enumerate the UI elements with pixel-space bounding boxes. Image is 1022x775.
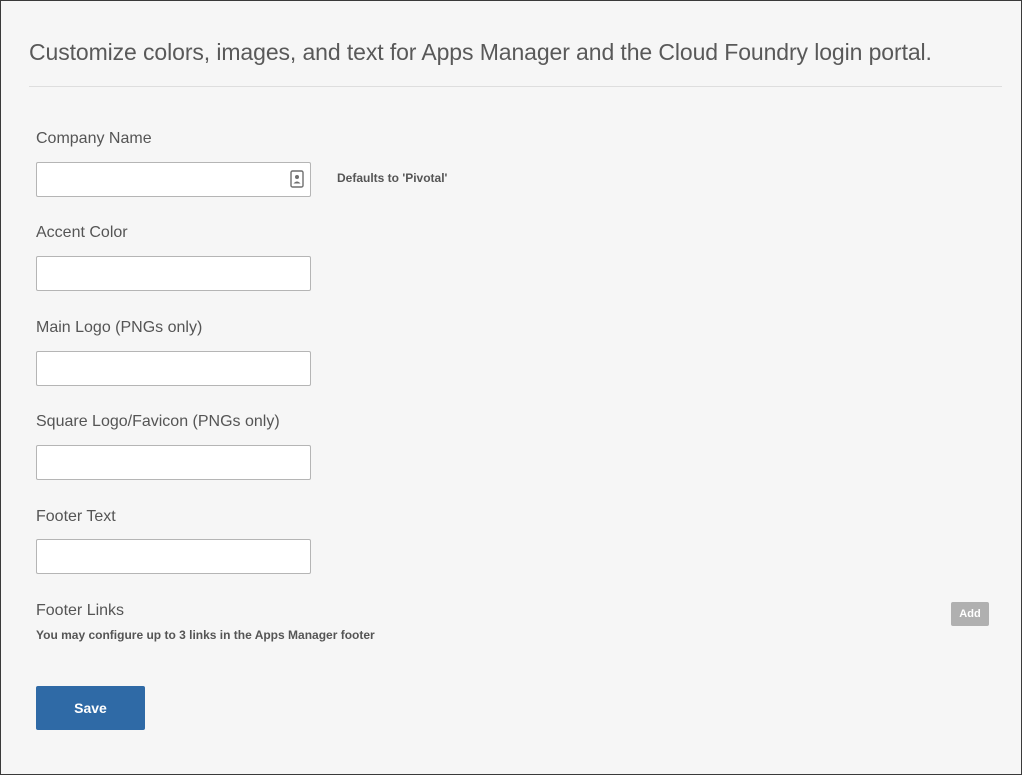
footer-links-description: You may configure up to 3 links in the A… xyxy=(36,628,375,642)
page-title: Customize colors, images, and text for A… xyxy=(29,39,932,65)
settings-panel: Customize colors, images, and text for A… xyxy=(0,0,1022,775)
footer-text-label: Footer Text xyxy=(36,508,116,525)
contact-card-icon[interactable] xyxy=(290,170,304,188)
square-logo-label: Square Logo/Favicon (PNGs only) xyxy=(36,413,280,430)
footer-text-input[interactable] xyxy=(36,539,311,574)
company-name-input[interactable] xyxy=(36,162,311,197)
save-button[interactable]: Save xyxy=(36,686,145,730)
footer-links-label: Footer Links xyxy=(36,602,125,619)
accent-color-input[interactable] xyxy=(36,256,311,291)
square-logo-input[interactable] xyxy=(36,445,311,480)
main-logo-input[interactable] xyxy=(36,351,311,386)
add-footer-link-button[interactable]: Add xyxy=(951,602,989,626)
main-logo-label: Main Logo (PNGs only) xyxy=(36,319,203,336)
accent-color-label: Accent Color xyxy=(36,224,128,241)
title-divider xyxy=(29,86,1002,87)
company-name-label: Company Name xyxy=(36,130,152,147)
company-name-default-hint: Defaults to 'Pivotal' xyxy=(337,171,448,185)
